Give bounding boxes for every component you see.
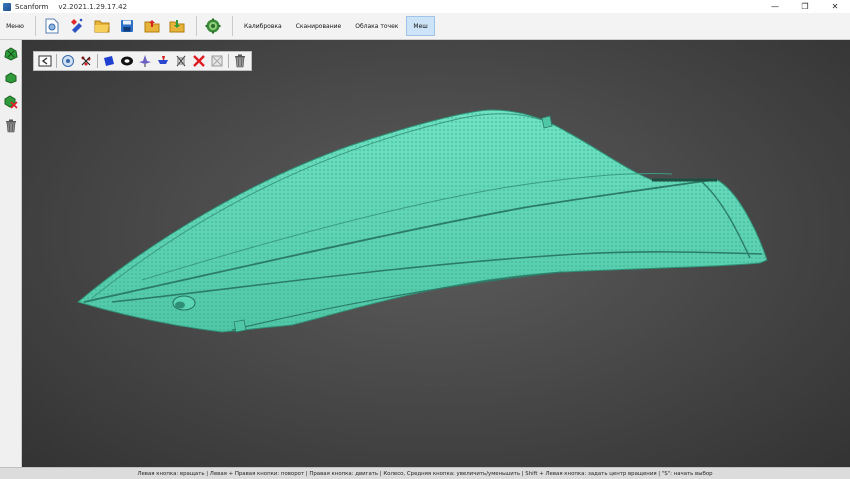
settings-gear-icon[interactable] (202, 15, 224, 37)
mesh-fill-icon[interactable] (0, 66, 22, 90)
mesh-model[interactable] (22, 40, 850, 467)
3d-viewport[interactable] (22, 40, 850, 467)
mesh-remove-icon[interactable] (0, 90, 22, 114)
toolbar-separator (228, 54, 229, 68)
status-bar: Левая кнопка: вращать | Левая + Правая к… (0, 467, 850, 479)
save-icon[interactable] (116, 15, 138, 37)
menu-button[interactable]: Меню (0, 23, 30, 30)
left-sidebar (0, 40, 22, 467)
tab-calibration[interactable]: Калибровка (238, 16, 288, 36)
toolbar-separator (35, 16, 36, 36)
app-title: Scanform (15, 2, 49, 11)
tab-scanning[interactable]: Сканирование (290, 16, 348, 36)
toolbar-separator (56, 54, 57, 68)
folder-open-icon[interactable] (91, 15, 113, 37)
tab-point-clouds[interactable]: Облака точек (349, 16, 404, 36)
zoom-fit-icon[interactable] (59, 53, 77, 69)
restore-button[interactable]: ❐ (790, 0, 820, 13)
toolbar-separator (97, 54, 98, 68)
mesh-add-icon[interactable] (0, 42, 22, 66)
tab-mesh[interactable]: Меш (406, 16, 435, 36)
app-version: v2.2021.1.29.17.42 (58, 2, 128, 11)
folder-export-icon[interactable] (141, 15, 163, 37)
view-toolbar (33, 51, 252, 71)
lasso-icon[interactable] (118, 53, 136, 69)
trash-icon[interactable] (231, 53, 249, 69)
toolbar-separator (232, 16, 233, 36)
folder-import-icon[interactable] (166, 15, 188, 37)
title-bar: Scanform v2.2021.1.29.17.42 — ❐ ✕ (0, 0, 850, 13)
trash-icon[interactable] (0, 114, 22, 138)
wand-icon[interactable] (66, 15, 88, 37)
main-toolbar: Меню Калибровка Сканирование Облака точе… (0, 13, 850, 40)
document-icon[interactable] (41, 15, 63, 37)
app-logo-icon (3, 2, 11, 11)
close-button[interactable]: ✕ (820, 0, 850, 13)
delete-selection-icon[interactable] (190, 53, 208, 69)
select-blue-icon[interactable] (100, 53, 118, 69)
section-icon[interactable] (154, 53, 172, 69)
toolbar-separator (196, 16, 197, 36)
exit-view-icon[interactable] (36, 53, 54, 69)
minimize-button[interactable]: — (760, 0, 790, 13)
status-hint-text: Левая кнопка: вращать | Левая + Правая к… (137, 470, 713, 477)
flatten-icon[interactable] (136, 53, 154, 69)
invert-selection-icon[interactable] (172, 53, 190, 69)
select-points-icon[interactable] (77, 53, 95, 69)
clear-selection-icon[interactable] (208, 53, 226, 69)
